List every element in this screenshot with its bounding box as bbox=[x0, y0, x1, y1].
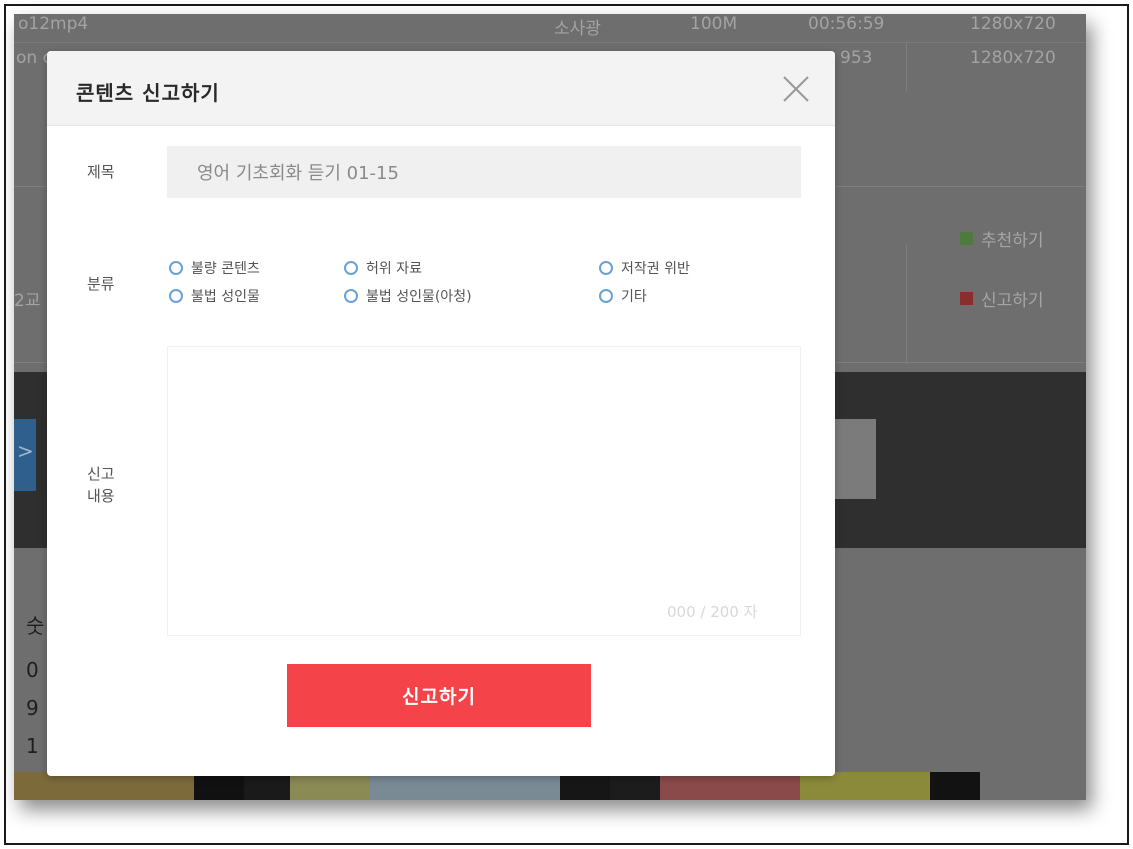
radio-option[interactable]: 불법 성인물 bbox=[169, 286, 260, 306]
radio-circle-icon bbox=[169, 261, 183, 275]
radio-label: 허위 자료 bbox=[366, 261, 422, 277]
bg-text-char: 1 bbox=[26, 734, 39, 758]
radio-option[interactable]: 허위 자료 bbox=[344, 258, 422, 278]
title-field[interactable] bbox=[167, 146, 801, 198]
bg-left-fragment: 2교 bbox=[14, 291, 41, 311]
radio-label: 불법 성인물 bbox=[191, 289, 260, 305]
bg-file-type: 소사광 bbox=[554, 19, 601, 39]
radio-option[interactable]: 불법 성인물(아청) bbox=[344, 286, 472, 306]
report-label: 신고하기 bbox=[981, 291, 1044, 311]
bg-file-resolution: 1280x720 bbox=[970, 48, 1056, 68]
modal-header: 콘텐츠 신고하기 bbox=[47, 51, 835, 126]
recommend-icon bbox=[960, 232, 973, 245]
bg-text-char: 숫 bbox=[26, 614, 45, 638]
modal-title: 콘텐츠 신고하기 bbox=[76, 81, 220, 105]
bg-text-char: 0 bbox=[26, 658, 39, 682]
bg-divider bbox=[906, 244, 907, 364]
content-label-line: 내용 bbox=[87, 487, 115, 505]
report-modal: 콘텐츠 신고하기 제목 분류 불량 콘텐츠 허위 자료 저작권 위반 불법 성인… bbox=[47, 51, 835, 776]
bg-thumbnail bbox=[370, 772, 560, 800]
bg-thumbnail bbox=[244, 772, 290, 800]
close-button[interactable] bbox=[780, 73, 812, 105]
radio-option[interactable]: 기타 bbox=[599, 286, 647, 306]
report-icon bbox=[960, 292, 973, 305]
content-label: 신고 내용 bbox=[87, 463, 115, 507]
bg-thumbnail bbox=[930, 772, 980, 800]
title-label: 제목 bbox=[87, 163, 115, 181]
radio-circle-icon bbox=[169, 289, 183, 303]
bg-thumbnail bbox=[14, 772, 194, 800]
content-label-line: 신고 bbox=[87, 465, 115, 483]
radio-circle-icon bbox=[599, 261, 613, 275]
recommend-button[interactable]: 추천하기 bbox=[960, 226, 1044, 251]
bg-next-tab[interactable]: > bbox=[14, 419, 36, 491]
chevron-right-icon: > bbox=[17, 439, 34, 463]
submit-report-button[interactable]: 신고하기 bbox=[287, 664, 591, 727]
close-icon bbox=[783, 76, 809, 102]
bg-text-char: 9 bbox=[26, 696, 39, 720]
report-button[interactable]: 신고하기 bbox=[960, 286, 1044, 311]
radio-label: 불량 콘텐츠 bbox=[191, 261, 260, 277]
bg-file-resolution: 1280x720 bbox=[970, 14, 1056, 34]
bg-thumbnail bbox=[194, 772, 244, 800]
category-label: 분류 bbox=[87, 275, 115, 293]
bg-file-name: o12mp4 bbox=[18, 14, 89, 34]
bg-thumbnail-strip bbox=[14, 772, 1086, 800]
report-content-textarea[interactable] bbox=[167, 346, 801, 636]
bg-divider bbox=[906, 42, 907, 92]
bg-file-size: 100M bbox=[690, 14, 738, 34]
radio-circle-icon bbox=[599, 289, 613, 303]
bg-file-row: o12mp4 소사광 100M 00:56:59 1280x720 bbox=[14, 14, 1086, 43]
radio-circle-icon bbox=[344, 261, 358, 275]
bg-thumbnail bbox=[290, 772, 370, 800]
bg-thumbnail bbox=[560, 772, 610, 800]
bg-thumbnail bbox=[660, 772, 800, 800]
radio-label: 기타 bbox=[621, 289, 647, 305]
radio-circle-icon bbox=[344, 289, 358, 303]
char-count: 000 / 200 자 bbox=[667, 603, 758, 621]
bg-file-duration: 953 bbox=[840, 48, 873, 68]
bg-file-duration: 00:56:59 bbox=[808, 14, 885, 34]
bg-thumbnail bbox=[610, 772, 660, 800]
bg-thumbnail bbox=[800, 772, 930, 800]
radio-option[interactable]: 불량 콘텐츠 bbox=[169, 258, 260, 278]
category-radio-group: 불량 콘텐츠 허위 자료 저작권 위반 불법 성인물 불법 성인물(아청) 기타 bbox=[169, 256, 809, 316]
radio-label: 저작권 위반 bbox=[621, 261, 690, 277]
recommend-label: 추천하기 bbox=[981, 231, 1044, 251]
radio-label: 불법 성인물(아청) bbox=[366, 289, 472, 305]
radio-option[interactable]: 저작권 위반 bbox=[599, 258, 690, 278]
